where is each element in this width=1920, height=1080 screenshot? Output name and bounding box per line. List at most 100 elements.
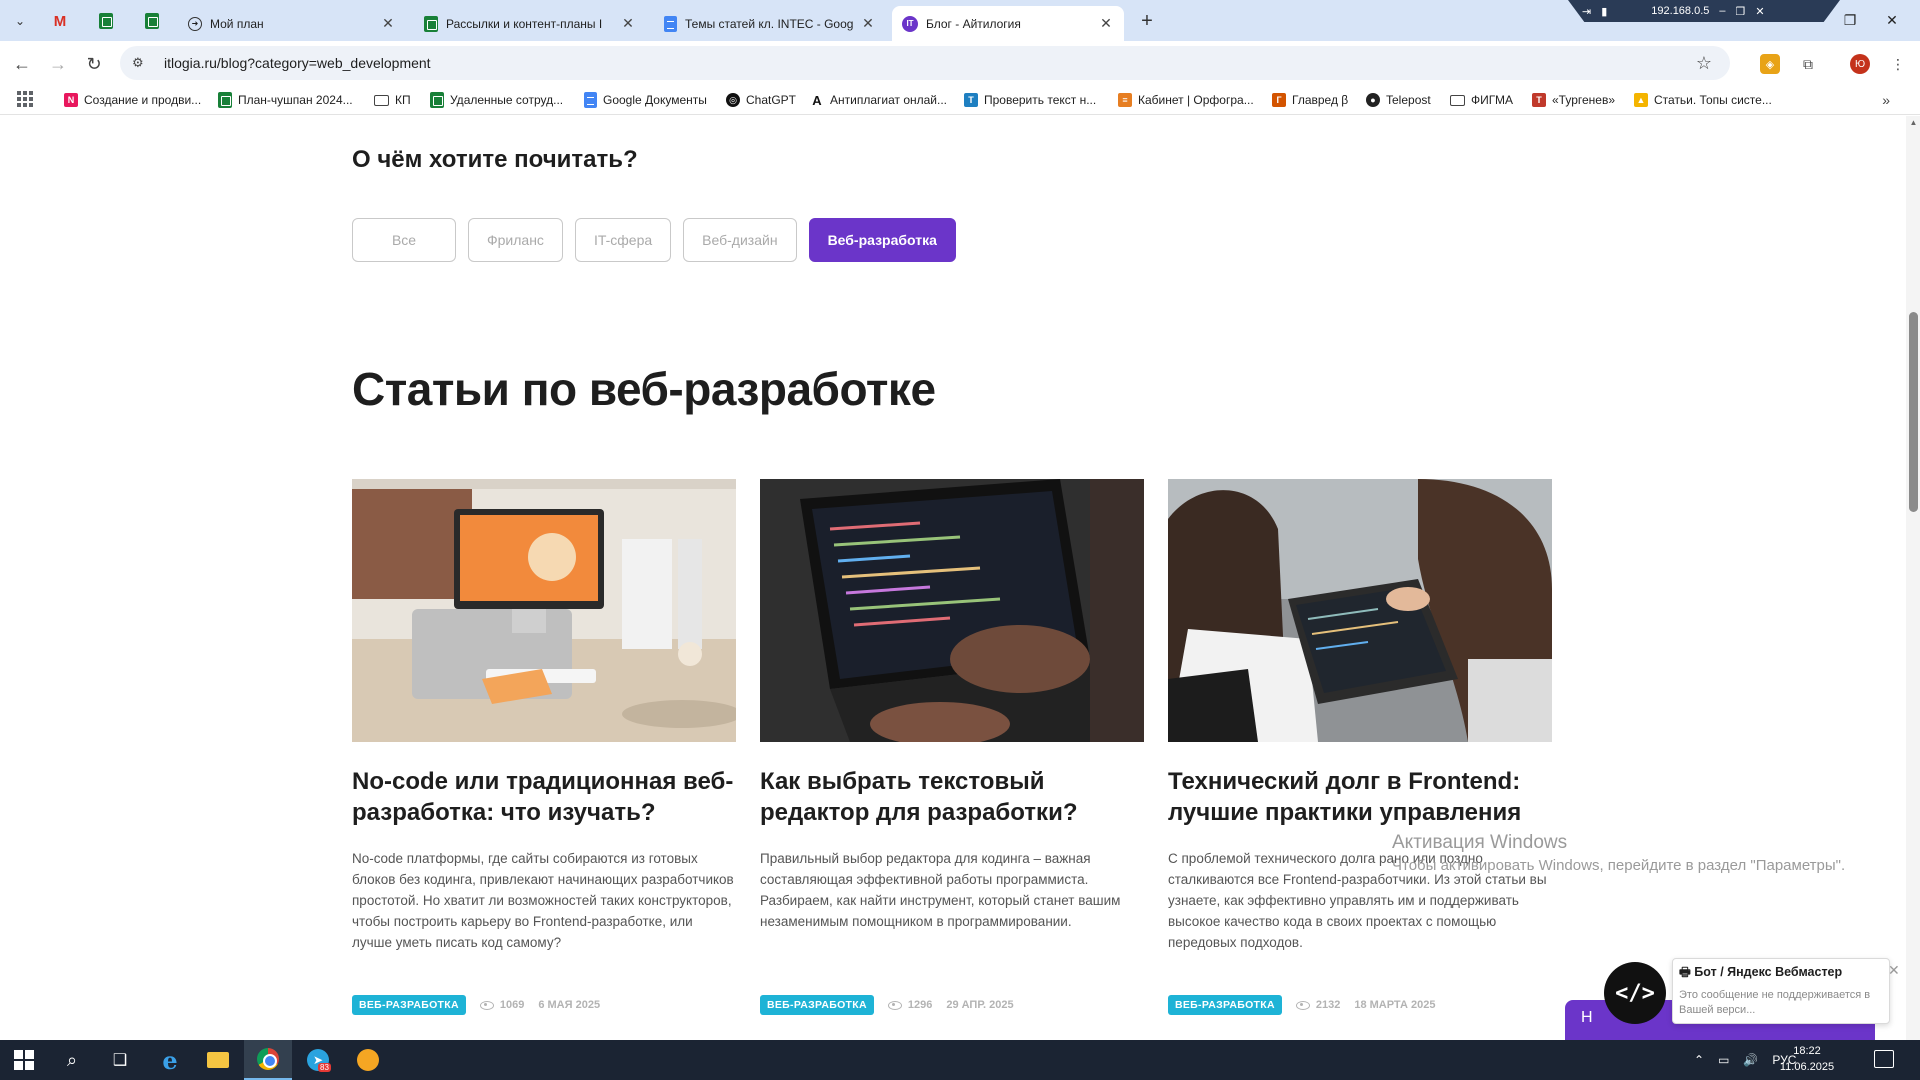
extension-shield-icon[interactable]: ◈ (1760, 54, 1780, 74)
tab-search-chevron-icon[interactable]: ⌄ (8, 10, 32, 32)
views-counter: 2132 (1295, 999, 1340, 1011)
bot-avatar[interactable]: </> (1604, 962, 1666, 1024)
article-title[interactable]: Как выбрать текстовый редактор для разра… (760, 766, 1144, 828)
bookmark-label: Антиплагиат онлай... (830, 93, 948, 107)
extensions-puzzle-icon[interactable]: ⧉ (1798, 54, 1818, 74)
tab-sheets-pinned-2[interactable] (138, 9, 166, 33)
bookmark-item[interactable]: A Антиплагиат онлай... (810, 90, 947, 110)
bookmark-star-icon[interactable]: ☆ (1696, 53, 1712, 74)
article-card[interactable]: No-code или традиционная веб-разработка:… (352, 479, 736, 953)
scroll-up-icon[interactable]: ▲ (1909, 118, 1918, 128)
bookmark-label: Статьи. Топы систе... (1654, 93, 1772, 107)
back-arrow-icon[interactable]: ← (8, 50, 36, 78)
tag-badge[interactable]: ВЕБ-РАЗРАБОТКА (352, 995, 466, 1015)
filter-freelance[interactable]: Фриланс (468, 218, 563, 262)
bookmark-label: ChatGPT (746, 93, 797, 107)
eye-icon (1295, 1000, 1310, 1010)
close-icon[interactable]: ✕ (1755, 5, 1764, 18)
bookmark-item[interactable]: Г Главред β (1272, 90, 1348, 110)
article-card[interactable]: Технический долг в Frontend: лучшие прак… (1168, 479, 1552, 953)
taskbar-telegram[interactable]: ➤ (294, 1040, 342, 1080)
tab-sheets-pinned-1[interactable] (92, 9, 120, 33)
profile-avatar[interactable]: Ю (1850, 54, 1870, 74)
article-title[interactable]: Технический долг в Frontend: лучшие прак… (1168, 766, 1552, 828)
tray-chevron-icon[interactable]: ⌃ (1694, 1053, 1704, 1067)
close-icon[interactable]: ✕ (860, 15, 876, 32)
bookmark-item[interactable]: ≡ Кабинет | Орфогра... (1118, 90, 1254, 110)
clock[interactable]: 18:22 11.06.2025 (1748, 1043, 1866, 1077)
new-tab-icon[interactable]: + (1134, 8, 1160, 34)
clock-time: 18:22 (1793, 1045, 1821, 1057)
site-settings-icon[interactable]: ⚙ (132, 55, 150, 71)
reload-icon[interactable]: ↻ (80, 50, 108, 78)
filter-it-sphere[interactable]: IT-сфера (574, 218, 672, 262)
tag-badge[interactable]: ВЕБ-РАЗРАБОТКА (760, 995, 874, 1015)
search-icon[interactable]: ⌕ (48, 1040, 96, 1080)
forward-arrow-icon[interactable]: → (44, 50, 72, 78)
taskbar-app[interactable] (344, 1040, 392, 1080)
apps-grid-icon[interactable] (16, 90, 34, 108)
tab-newsletters[interactable]: Рассылки и контент-планы I ✕ (414, 6, 646, 41)
article-image-two-women-laptop[interactable] (1168, 479, 1552, 742)
tab-article-topics[interactable]: Темы статей кл. INTEC - Goog ✕ (654, 6, 886, 41)
bookmark-folder[interactable]: ФИГМА (1450, 90, 1513, 110)
start-button[interactable] (0, 1040, 48, 1080)
bookmark-folder[interactable]: КП (374, 90, 411, 110)
bookmark-item[interactable]: ▲ Статьи. Топы систе... (1634, 90, 1772, 110)
network-icon[interactable]: ▭ (1718, 1053, 1729, 1067)
chrome-menu-icon[interactable]: ⋮ (1888, 54, 1908, 74)
close-icon[interactable]: ✕ (380, 15, 396, 32)
pin-icon[interactable]: ⇥ (1582, 5, 1591, 18)
article-image-laptop-code[interactable] (760, 479, 1144, 742)
bookmark-label: Кабинет | Орфогра... (1138, 93, 1254, 107)
filter-web-design[interactable]: Веб-дизайн (683, 218, 797, 262)
task-view-icon[interactable]: ❑ (96, 1040, 144, 1080)
article-image-desk[interactable] (352, 479, 736, 742)
bookmark-item[interactable]: N Создание и продви... (64, 90, 201, 110)
clock-date: 11.06.2025 (1779, 1061, 1835, 1073)
docs-icon (664, 15, 677, 32)
minimize-icon[interactable]: – (1719, 5, 1725, 17)
notification-toast[interactable]: 🖶 Бот / Яндекс Вебмастер Это сообщение н… (1672, 958, 1890, 1024)
more-bookmarks-icon[interactable]: » (1882, 92, 1890, 108)
n-icon: N (64, 93, 78, 107)
tag-badge[interactable]: ВЕБ-РАЗРАБОТКА (1168, 995, 1282, 1015)
bookmark-label: Telepost (1386, 93, 1431, 107)
toast-close-icon[interactable]: ✕ (1888, 962, 1900, 979)
article-excerpt: Правильный выбор редактора для кодинга –… (760, 851, 1121, 929)
bookmark-item[interactable]: Google Документы (584, 90, 707, 110)
tab-blog-itlogia[interactable]: IT Блог - Айтилогия ✕ (892, 6, 1124, 41)
window-close-icon[interactable]: ✕ (1872, 8, 1912, 32)
glavred-icon: Г (1272, 93, 1286, 107)
bookmark-item[interactable]: ● Telepost (1366, 90, 1431, 110)
question-prefix: О (352, 146, 371, 173)
window-restore-icon[interactable]: ❐ (1830, 8, 1870, 32)
chatgpt-icon: ◎ (726, 93, 740, 107)
page-scrollbar[interactable]: ▲ (1906, 116, 1920, 1040)
close-icon[interactable]: ✕ (1098, 15, 1114, 32)
restore-icon[interactable]: ❐ (1736, 5, 1746, 18)
bookmark-item[interactable]: План-чушпан 2024... (218, 90, 353, 110)
scrollbar-thumb[interactable] (1909, 312, 1918, 512)
tab-my-plan[interactable]: ➜ Мой план ✕ (178, 6, 406, 41)
bookmark-item[interactable]: Т Проверить текст н... (964, 90, 1096, 110)
url-text[interactable]: itlogia.ru/blog?category=web_development (164, 55, 431, 71)
tab-gmail[interactable]: M (46, 9, 74, 33)
notifications-icon[interactable] (1874, 1050, 1894, 1068)
address-bar[interactable]: ⚙ itlogia.ru/blog?category=web_developme… (120, 46, 1730, 80)
bookmark-item[interactable]: ◎ ChatGPT (726, 90, 796, 110)
article-card[interactable]: Как выбрать текстовый редактор для разра… (760, 479, 1144, 932)
section-title: Статьи по веб-разработке (352, 363, 936, 415)
taskbar-explorer[interactable] (194, 1040, 242, 1080)
taskbar-ie[interactable]: e (146, 1040, 194, 1080)
close-icon[interactable]: ✕ (620, 15, 636, 32)
article-meta: ВЕБ-РАЗРАБОТКА 2132 18 МАРТА 2025 (1168, 995, 1435, 1015)
filter-all[interactable]: Все (352, 218, 456, 262)
folder-icon (1450, 94, 1465, 106)
article-title[interactable]: No-code или традиционная веб-разработка:… (352, 766, 736, 828)
gmail-icon: M (53, 12, 67, 30)
bookmark-item[interactable]: T «Тургенев» (1532, 90, 1615, 110)
bookmark-item[interactable]: Удаленные сотруд... (430, 90, 563, 110)
filter-web-development[interactable]: Веб-разработка (808, 218, 956, 262)
taskbar-chrome[interactable] (244, 1040, 292, 1080)
